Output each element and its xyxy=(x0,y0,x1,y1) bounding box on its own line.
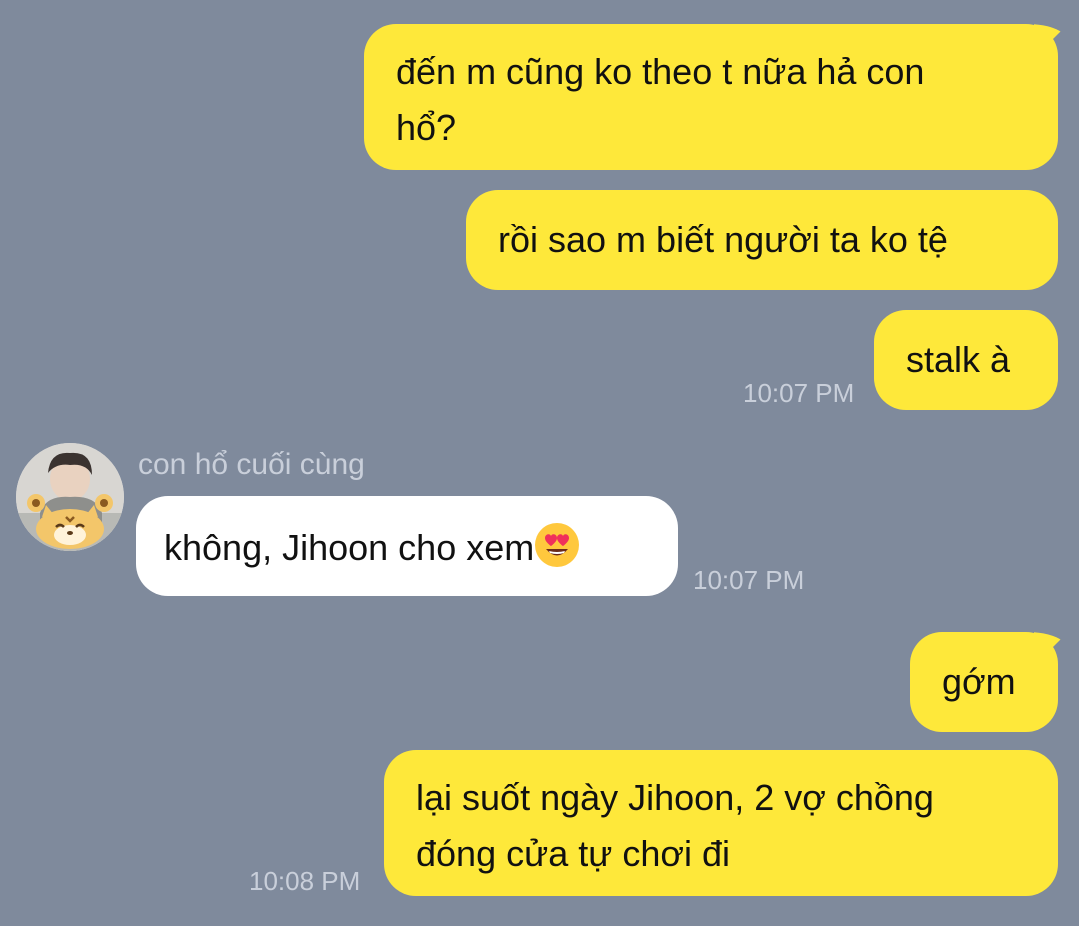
message-line: đến m cũng ko theo t nữa hả con xyxy=(396,51,925,92)
message-bubble-outgoing[interactable]: lại suốt ngày Jihoon, 2 vợ chồng đóng cử… xyxy=(384,750,1058,896)
message-line: lại suốt ngày Jihoon, 2 vợ chồng xyxy=(416,777,934,818)
message-timestamp: 10:08 PM xyxy=(249,866,361,896)
message-bubble-outgoing[interactable]: stalk à xyxy=(874,310,1058,410)
chat-thread: đến m cũng ko theo t nữa hả con hổ? rồi … xyxy=(0,0,1079,926)
avatar-image xyxy=(16,443,124,551)
message-timestamp: 10:07 PM xyxy=(743,378,855,408)
message-bubble-outgoing[interactable]: rồi sao m biết người ta ko tệ xyxy=(466,190,1058,290)
message-text: không, Jihoon cho xem xyxy=(164,527,535,568)
message-bubble-incoming[interactable]: không, Jihoon cho xem xyxy=(136,496,678,596)
message-timestamp: 10:07 PM xyxy=(693,565,805,595)
sender-name: con hổ cuối cùng xyxy=(138,448,365,481)
bubble-tail xyxy=(1034,22,1074,62)
message-line: stalk à xyxy=(906,339,1011,380)
message-line: hổ? xyxy=(396,107,457,148)
message-bubble-outgoing[interactable]: đến m cũng ko theo t nữa hả con hổ? xyxy=(364,24,1058,170)
message-bubble-outgoing[interactable]: gớm xyxy=(910,632,1058,732)
message-line: đóng cửa tự chơi đi xyxy=(416,833,730,874)
message-line: gớm xyxy=(942,661,1016,702)
message-line: rồi sao m biết người ta ko tệ xyxy=(498,219,948,260)
bubble-tail xyxy=(1034,630,1074,670)
heart-eyes-emoji-icon xyxy=(535,523,580,567)
contact-avatar[interactable] xyxy=(16,443,124,551)
